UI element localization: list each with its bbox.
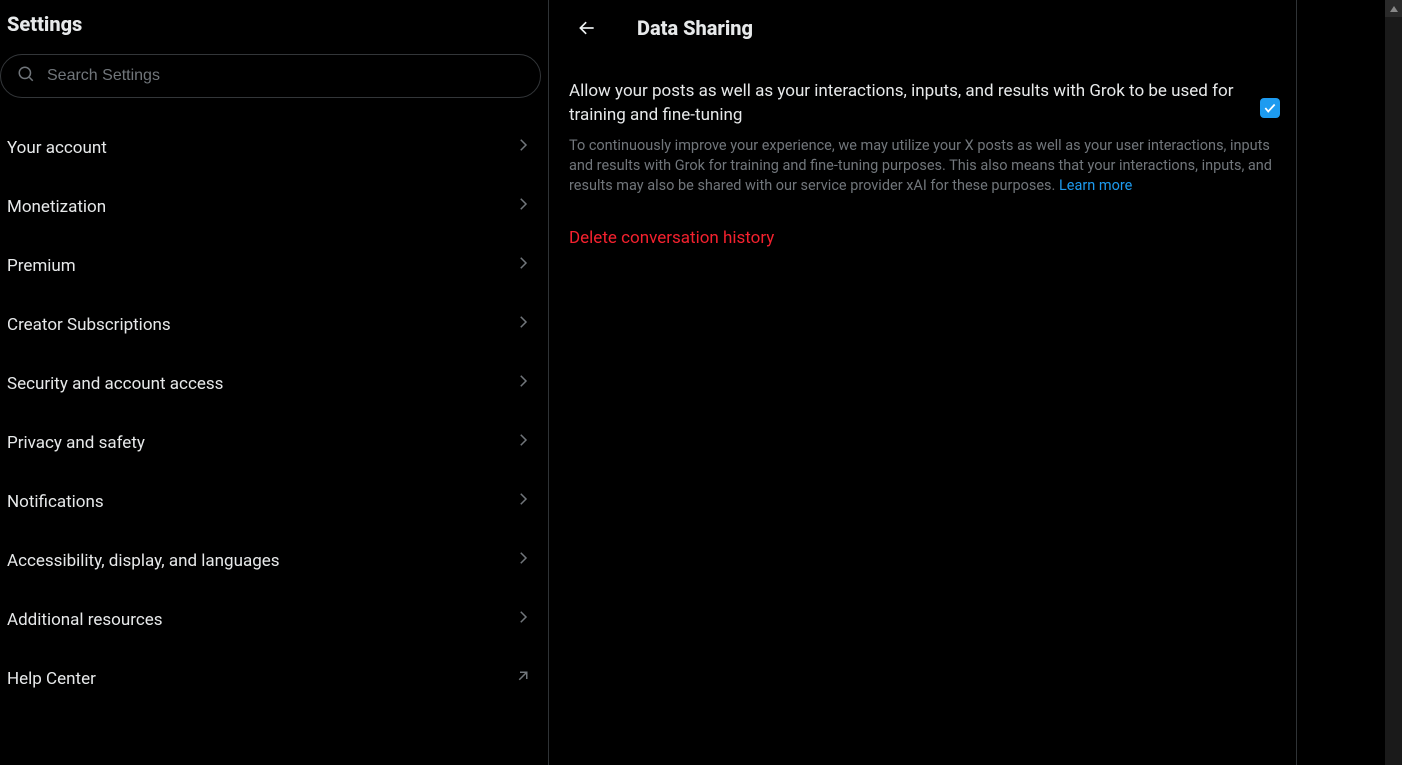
sidebar-item-label: Notifications (7, 492, 104, 512)
sidebar-item-your-account[interactable]: Your account (0, 118, 548, 177)
chevron-right-icon (514, 431, 532, 454)
sidebar-item-security-and-account-access[interactable]: Security and account access (0, 354, 548, 413)
training-checkbox[interactable] (1260, 98, 1280, 118)
sidebar-item-monetization[interactable]: Monetization (0, 177, 548, 236)
sidebar-item-label: Additional resources (7, 610, 163, 630)
sidebar-item-label: Security and account access (7, 374, 223, 394)
chevron-right-icon (514, 549, 532, 572)
right-gutter (1297, 0, 1402, 765)
page-title: Data Sharing (637, 16, 753, 40)
sidebar-item-creator-subscriptions[interactable]: Creator Subscriptions (0, 295, 548, 354)
settings-sidebar: Settings Your account Monetization Premium… (0, 0, 549, 765)
chevron-right-icon (514, 490, 532, 513)
sidebar-item-accessibility-display-and-languages[interactable]: Accessibility, display, and languages (0, 531, 548, 590)
nav-list: Your account Monetization Premium Creator S… (0, 108, 548, 708)
setting-row: Allow your posts as well as your interac… (569, 80, 1280, 128)
sidebar-item-help-center[interactable]: Help Center (0, 649, 548, 708)
chevron-right-icon (514, 136, 532, 159)
main-header: Data Sharing (549, 0, 1296, 60)
search-box[interactable] (0, 54, 541, 98)
sidebar-item-label: Privacy and safety (7, 433, 145, 453)
sidebar-item-label: Premium (7, 256, 76, 276)
scrollbar-track[interactable] (1385, 0, 1402, 765)
external-link-icon (514, 667, 532, 690)
chevron-right-icon (514, 608, 532, 631)
search-icon (17, 65, 35, 87)
sidebar-title: Settings (0, 0, 548, 54)
setting-label: Allow your posts as well as your interac… (569, 80, 1242, 128)
scrollbar-up-button[interactable] (1385, 0, 1402, 17)
sidebar-item-label: Monetization (7, 197, 106, 217)
back-button[interactable] (569, 10, 605, 46)
sidebar-item-privacy-and-safety[interactable]: Privacy and safety (0, 413, 548, 472)
sidebar-item-label: Creator Subscriptions (7, 315, 171, 335)
learn-more-link[interactable]: Learn more (1059, 177, 1132, 194)
setting-block: Allow your posts as well as your interac… (549, 60, 1296, 204)
sidebar-item-label: Your account (7, 138, 107, 158)
sidebar-item-label: Help Center (7, 669, 96, 689)
sidebar-item-label: Accessibility, display, and languages (7, 551, 280, 571)
sidebar-item-notifications[interactable]: Notifications (0, 472, 548, 531)
setting-description-text: To continuously improve your experience,… (569, 137, 1272, 194)
sidebar-item-premium[interactable]: Premium (0, 236, 548, 295)
chevron-right-icon (514, 254, 532, 277)
search-wrap (0, 54, 548, 108)
sidebar-item-additional-resources[interactable]: Additional resources (0, 590, 548, 649)
search-input[interactable] (47, 67, 524, 85)
chevron-right-icon (514, 195, 532, 218)
setting-description: To continuously improve your experience,… (569, 128, 1280, 196)
main-panel: Data Sharing Allow your posts as well as… (549, 0, 1297, 765)
chevron-right-icon (514, 313, 532, 336)
chevron-right-icon (514, 372, 532, 395)
delete-conversation-history[interactable]: Delete conversation history (549, 204, 1296, 262)
